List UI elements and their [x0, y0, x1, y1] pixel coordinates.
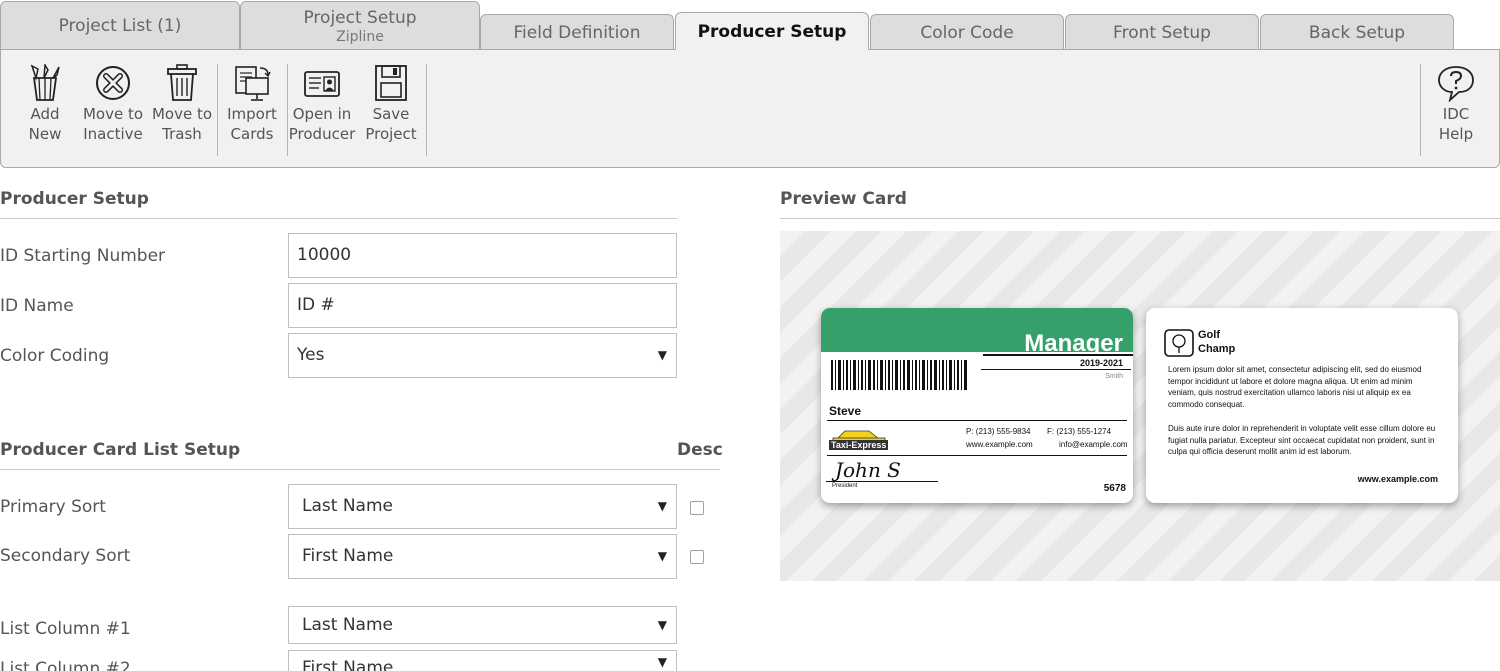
circle-x-icon: [96, 66, 130, 100]
floppy-disk-icon: [375, 65, 407, 101]
add-new-label: Add New: [28, 105, 62, 143]
tab-bar: Project List (1) Project Setup Zipline F…: [0, 0, 1500, 50]
card-back-paragraph: Lorem ipsum dolor sit amet, consectetur …: [1168, 365, 1422, 409]
card-rule: [826, 481, 938, 482]
toolbar-divider: [217, 64, 218, 156]
toolbar-divider: [426, 64, 427, 156]
id-name-input[interactable]: ID #: [288, 283, 677, 328]
tab-sublabel: Zipline: [336, 28, 384, 45]
card-rule: [827, 420, 1127, 421]
tab-front-setup[interactable]: Front Setup: [1065, 14, 1259, 50]
producer-setup-title: Producer Setup: [0, 189, 149, 209]
card-fax: F: (213) 555-1274: [1047, 427, 1112, 436]
tab-project-setup[interactable]: Project Setup Zipline: [240, 1, 480, 50]
list-column-2-select[interactable]: First Name ▼: [288, 650, 677, 671]
primary-sort-value: Last Name: [302, 496, 393, 516]
section-divider: [0, 218, 677, 219]
tab-label: Project List (1): [58, 16, 182, 36]
card-surname: Smith: [1105, 373, 1123, 380]
golf-logo-icon: [1164, 329, 1194, 357]
section-divider: [780, 218, 1500, 219]
tab-label: Back Setup: [1308, 22, 1406, 43]
card-first-name: Steve: [829, 404, 862, 418]
import-cards-icon: [235, 66, 271, 101]
secondary-sort-select[interactable]: First Name ▼: [288, 534, 677, 579]
card-front-preview: Manager 2019-2021 Smith Steve Taxi-Expre…: [821, 308, 1133, 503]
move-to-trash-label: Move to Trash: [151, 105, 213, 143]
list-column-1-value: Last Name: [302, 615, 393, 635]
dropdown-caret-icon: ▼: [657, 549, 667, 563]
move-to-trash-button[interactable]: Move to Trash: [149, 64, 215, 144]
dropdown-caret-icon: ▼: [657, 618, 667, 632]
id-card-icon: [304, 71, 340, 97]
idc-help-button[interactable]: IDC Help: [1423, 64, 1489, 144]
card-phone: P: (213) 555-9834: [966, 427, 1031, 436]
tab-producer-setup[interactable]: Producer Setup: [675, 12, 869, 50]
secondary-sort-value: First Name: [302, 546, 394, 566]
card-id-number: 5678: [1103, 483, 1126, 494]
tab-color-code[interactable]: Color Code: [870, 14, 1064, 50]
card-email: info@example.com: [1059, 440, 1128, 449]
card-back-preview: Golf Champ Lorem ipsum dolor sit amet, co…: [1146, 308, 1458, 503]
card-rule: [981, 369, 1131, 370]
toolbar: Add New Move to Inactive Move to Trash I…: [0, 49, 1500, 168]
card-back-website: www.example.com: [1357, 474, 1438, 484]
preview-card-title: Preview Card: [780, 189, 907, 209]
pencil-cup-icon: [30, 64, 60, 101]
tab-label: Front Setup: [1113, 22, 1211, 43]
tab-label: Color Code: [920, 22, 1014, 43]
primary-sort-desc-checkbox[interactable]: [690, 501, 704, 515]
list-column-1-label: List Column #1: [0, 619, 131, 639]
secondary-sort-desc-checkbox[interactable]: [690, 550, 704, 564]
tab-label: Producer Setup: [697, 21, 847, 42]
section-divider: [0, 469, 720, 470]
color-coding-select[interactable]: Yes ▼: [288, 333, 677, 378]
add-new-button[interactable]: Add New: [12, 64, 78, 144]
card-list-setup-title: Producer Card List Setup: [0, 440, 241, 460]
list-column-2-label: List Column #2: [0, 659, 131, 671]
desc-column-label: Desc: [677, 440, 723, 460]
card-rule: [827, 455, 1127, 456]
idc-help-label: IDC Help: [1438, 105, 1474, 143]
move-to-inactive-button[interactable]: Move to Inactive: [80, 64, 146, 144]
id-name-label: ID Name: [0, 296, 74, 316]
import-cards-button[interactable]: Import Cards: [219, 64, 285, 144]
card-year: 2019-2021: [1079, 358, 1123, 368]
trash-icon: [167, 64, 197, 101]
import-cards-label: Import Cards: [227, 105, 277, 143]
tab-field-definition[interactable]: Field Definition: [480, 14, 674, 50]
list-column-1-select[interactable]: Last Name ▼: [288, 606, 677, 644]
save-project-button[interactable]: Save Project: [358, 64, 424, 144]
dropdown-caret-icon: ▼: [657, 655, 667, 669]
color-coding-value: Yes: [297, 345, 325, 365]
primary-sort-label: Primary Sort: [0, 497, 106, 517]
card-signature: John S: [835, 458, 901, 482]
id-starting-number-input[interactable]: 10000: [288, 233, 677, 278]
tab-project-list[interactable]: Project List (1): [0, 1, 240, 50]
card-signature-title: President: [832, 483, 858, 489]
card-back-paragraph: Duis aute irure dolor in reprehenderit i…: [1168, 424, 1436, 456]
primary-sort-select[interactable]: Last Name ▼: [288, 484, 677, 529]
color-coding-label: Color Coding: [0, 346, 110, 366]
move-to-inactive-label: Move to Inactive: [82, 105, 144, 143]
id-starting-number-label: ID Starting Number: [0, 246, 166, 266]
save-project-label: Save Project: [365, 105, 417, 143]
tab-label: Field Definition: [513, 22, 641, 43]
tab-back-setup[interactable]: Back Setup: [1260, 14, 1454, 50]
list-column-2-value: First Name: [302, 658, 394, 671]
card-website: www.example.com: [966, 440, 1033, 449]
card-rule: [983, 354, 1133, 356]
open-in-producer-button[interactable]: Open in Producer: [289, 64, 355, 144]
barcode-icon: [831, 360, 967, 390]
dropdown-caret-icon: ▼: [657, 348, 667, 362]
secondary-sort-label: Secondary Sort: [0, 546, 131, 566]
open-in-producer-label: Open in Producer: [288, 105, 356, 143]
toolbar-divider: [1420, 64, 1421, 156]
card-logo-text: Taxi-Express: [829, 440, 889, 450]
tab-label: Project Setup: [303, 7, 417, 28]
card-brand: Golf Champ: [1198, 329, 1236, 355]
help-bubble-icon: [1438, 66, 1474, 102]
dropdown-caret-icon: ▼: [657, 499, 667, 513]
